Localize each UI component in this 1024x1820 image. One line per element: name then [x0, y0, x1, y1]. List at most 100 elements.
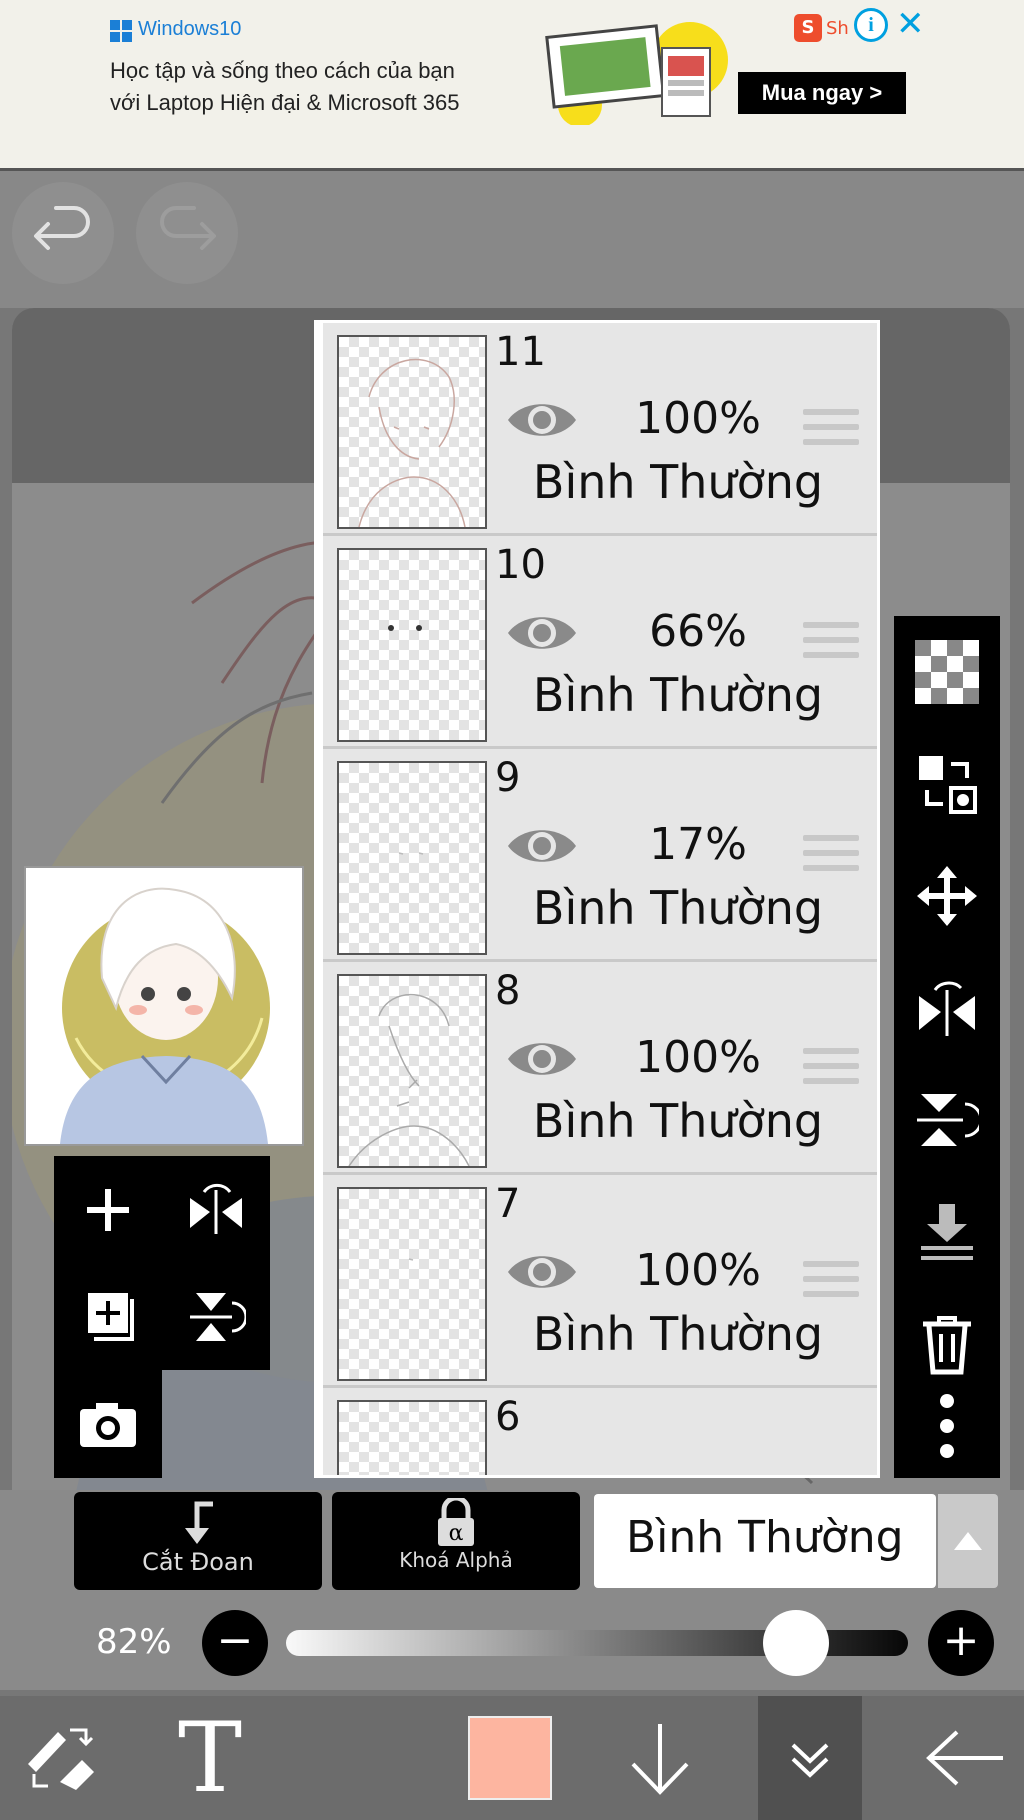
- collapse-panel-button[interactable]: [758, 1696, 862, 1820]
- ad-close-icon[interactable]: ✕: [896, 4, 925, 44]
- color-swatch-button[interactable]: [462, 1696, 558, 1820]
- triangle-up-icon: [954, 1532, 982, 1550]
- move-button[interactable]: [894, 840, 1000, 952]
- camera-tool: [54, 1370, 162, 1478]
- add-layer-icon: [87, 1188, 129, 1231]
- layer-number: 9: [495, 755, 521, 801]
- layer-thumbnail: [337, 761, 487, 955]
- swap-layer-icon: [919, 756, 977, 814]
- duplicate-layer-button[interactable]: [54, 1263, 162, 1370]
- layer-row[interactable]: 6: [323, 1388, 877, 1475]
- brush-eraser-toggle-button[interactable]: [0, 1696, 120, 1820]
- layer-opacity: 17%: [649, 819, 747, 870]
- more-options-button[interactable]: [894, 1376, 1000, 1476]
- opacity-value-label: 82%: [96, 1622, 172, 1662]
- drag-handle-icon[interactable]: [803, 835, 859, 875]
- brush-eraser-swap-icon: [28, 1728, 94, 1790]
- layer-thumbnail: [337, 1187, 487, 1381]
- merge-down-button[interactable]: [894, 1176, 1000, 1288]
- eye-icon[interactable]: [505, 397, 579, 443]
- redo-icon: [160, 206, 216, 250]
- ad-brand: Windows10: [138, 18, 242, 40]
- drag-handle-icon[interactable]: [803, 1048, 859, 1088]
- eye-icon[interactable]: [505, 610, 579, 656]
- flip-layer-horizontal-button[interactable]: [162, 1156, 270, 1263]
- arrow-down-icon: [631, 1724, 689, 1795]
- laptop-image: [545, 22, 728, 125]
- camera-icon: [80, 1402, 136, 1447]
- layer-blend-mode: Bình Thường: [532, 1307, 824, 1361]
- layer-row[interactable]: 8 100% Bình Thường: [323, 962, 877, 1175]
- bottom-toolbar: T: [0, 1696, 1024, 1820]
- transparency-icon: [915, 640, 979, 704]
- alpha-lock-button[interactable]: α Khoá Alphả: [332, 1492, 580, 1590]
- flip-horizontal-icon: [190, 1183, 242, 1234]
- left-layer-tools: [54, 1156, 270, 1370]
- layer-panel[interactable]: 11 100% Bình Thường 10 66% Bình Thường 9 17% Bìn…: [314, 320, 880, 1478]
- ad-banner[interactable]: Windows10 Học tập và sống theo cách của …: [0, 0, 1024, 171]
- flip-horizontal-button[interactable]: [894, 952, 1000, 1064]
- drag-handle-icon[interactable]: [803, 409, 859, 449]
- blend-mode-value: Bình Thường: [626, 1512, 904, 1563]
- layer-opacity: 100%: [635, 1032, 761, 1083]
- undo-icon: [34, 206, 90, 250]
- drag-handle-icon[interactable]: [803, 1261, 859, 1301]
- layer-number: 10: [495, 542, 546, 588]
- buy-now-button[interactable]: Mua ngay >: [738, 72, 906, 114]
- clipping-label: Cắt Đoan: [142, 1548, 254, 1576]
- arrow-left-icon: [926, 1730, 1003, 1786]
- blend-mode-dropdown-button[interactable]: [938, 1494, 998, 1588]
- flip-vertical-button[interactable]: [894, 1064, 1000, 1176]
- camera-button[interactable]: [54, 1370, 162, 1477]
- opacity-increase-button[interactable]: +: [928, 1610, 994, 1676]
- windows-logo-icon: [110, 20, 132, 42]
- layer-opacity: 100%: [635, 393, 761, 444]
- ad-subline: với Laptop Hiện đại & Microsoft 365: [110, 90, 460, 115]
- blend-mode-select[interactable]: Bình Thường: [594, 1494, 936, 1588]
- text-tool-button[interactable]: T: [150, 1696, 270, 1820]
- canvas-preview-thumbnail[interactable]: [24, 866, 304, 1146]
- layer-number: 11: [495, 329, 546, 375]
- current-color-swatch: [468, 1716, 552, 1800]
- layer-row[interactable]: 11 100% Bình Thường: [323, 323, 877, 536]
- layer-number: 8: [495, 968, 521, 1014]
- layer-number: 7: [495, 1181, 521, 1227]
- clipping-button[interactable]: Cắt Đoan: [74, 1492, 322, 1590]
- flip-vertical-icon: [190, 1292, 246, 1341]
- drag-handle-icon[interactable]: [803, 622, 859, 662]
- flip-layer-vertical-button[interactable]: [162, 1263, 270, 1370]
- redo-button[interactable]: [136, 182, 238, 284]
- shopee-icon: S: [794, 14, 822, 42]
- trash-icon: [923, 1316, 971, 1375]
- merge-down-icon: [921, 1204, 973, 1260]
- swap-layer-button[interactable]: [894, 728, 1000, 840]
- back-button[interactable]: [910, 1696, 1020, 1820]
- layer-blend-mode: Bình Thường: [532, 455, 824, 509]
- eye-icon[interactable]: [505, 1249, 579, 1295]
- eye-icon[interactable]: [505, 1036, 579, 1082]
- opacity-slider-knob[interactable]: [763, 1610, 830, 1676]
- layer-number: 6: [495, 1394, 521, 1440]
- undo-button[interactable]: [12, 182, 114, 284]
- right-layer-tools: [894, 616, 1000, 1478]
- layer-blend-mode: Bình Thường: [532, 881, 824, 935]
- svg-text:α: α: [449, 1521, 464, 1546]
- add-layer-button[interactable]: [54, 1156, 162, 1263]
- layer-down-button[interactable]: [610, 1696, 710, 1820]
- opacity-decrease-button[interactable]: −: [202, 1610, 268, 1676]
- layer-thumbnail: [337, 335, 487, 529]
- flip-horizontal-icon: [919, 981, 975, 1036]
- ad-info-icon[interactable]: i: [854, 8, 888, 42]
- ad-headline: Học tập và sống theo cách của bạn: [110, 58, 455, 83]
- layer-row[interactable]: 10 66% Bình Thường: [323, 536, 877, 749]
- transparency-button[interactable]: [894, 616, 1000, 728]
- layer-opacity: 66%: [649, 606, 747, 657]
- layer-thumbnail: [337, 974, 487, 1168]
- duplicate-layer-icon: [88, 1292, 134, 1341]
- eye-icon[interactable]: [505, 823, 579, 869]
- layer-row[interactable]: 9 17% Bình Thường: [323, 749, 877, 962]
- layer-row[interactable]: 7 100% Bình Thường: [323, 1175, 877, 1388]
- move-icon: [917, 866, 977, 926]
- layer-opacity: 100%: [635, 1245, 761, 1296]
- flip-vertical-icon: [917, 1094, 979, 1146]
